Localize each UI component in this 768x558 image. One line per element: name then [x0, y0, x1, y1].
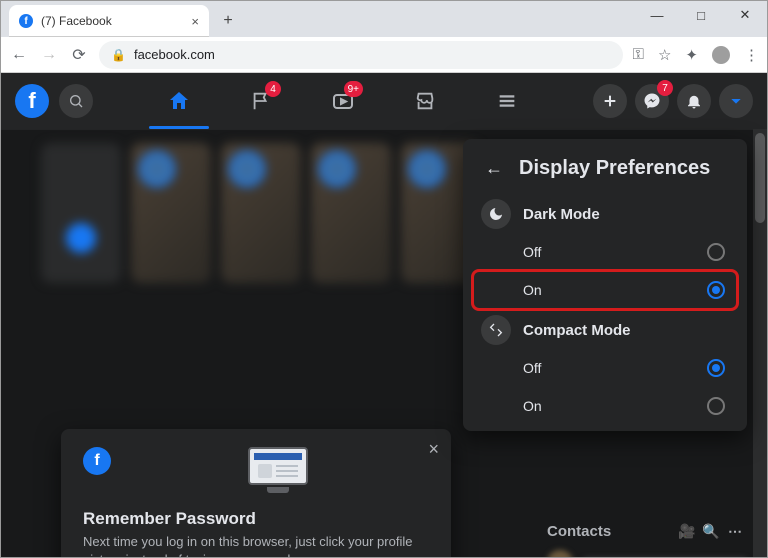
back-button[interactable]: ← — [479, 153, 509, 183]
tab-title: (7) Facebook — [41, 14, 112, 28]
password-key-icon[interactable]: ⚿ — [633, 46, 644, 63]
browser-tab-active[interactable]: f (7) Facebook × — [9, 5, 209, 37]
pages-badge: 4 — [265, 81, 281, 97]
story-card[interactable] — [311, 143, 391, 283]
facebook-logo-icon[interactable]: f — [15, 84, 49, 118]
dark-mode-off-option[interactable]: Off — [473, 233, 737, 271]
account-menu-button[interactable] — [719, 84, 753, 118]
radio-selected-icon — [707, 359, 725, 377]
monitor-illustration-icon — [248, 447, 308, 495]
plus-icon — [602, 93, 618, 109]
window-controls: — □ ✕ — [635, 1, 767, 29]
notifications-button[interactable] — [677, 84, 711, 118]
remember-password-title: Remember Password — [83, 509, 429, 529]
messenger-button[interactable]: 7 — [635, 84, 669, 118]
compact-mode-section: Compact Mode — [473, 309, 737, 349]
compact-icon — [481, 315, 511, 345]
option-label: On — [523, 282, 542, 298]
story-card[interactable] — [131, 143, 211, 283]
dark-mode-section: Dark Mode — [473, 193, 737, 233]
nav-home-tab[interactable] — [145, 77, 213, 125]
nav-forward-button[interactable]: → — [39, 45, 59, 65]
moon-icon — [481, 199, 511, 229]
contacts-header: Contacts 🎥 🔍 ⋯ — [547, 519, 747, 544]
radio-selected-icon — [707, 281, 725, 299]
create-button[interactable] — [593, 84, 627, 118]
fb-search-button[interactable] — [59, 84, 93, 118]
compact-mode-off-option[interactable]: Off — [473, 349, 737, 387]
contact-item[interactable] — [547, 544, 747, 557]
display-preferences-panel: ← Display Preferences Dark Mode Off On — [463, 139, 747, 431]
option-label: Off — [523, 360, 541, 376]
window-minimize-button[interactable]: — — [635, 1, 679, 29]
radio-unselected-icon — [707, 243, 725, 261]
home-icon — [167, 89, 191, 113]
browser-tabbar: f (7) Facebook × + — □ ✕ — [1, 1, 767, 37]
nav-back-button[interactable]: ← — [9, 45, 29, 65]
option-label: On — [523, 398, 542, 414]
create-story-card[interactable] — [41, 143, 121, 283]
preferences-title: Display Preferences — [519, 157, 710, 180]
watch-badge: 9+ — [344, 81, 363, 97]
window-maximize-button[interactable]: □ — [679, 1, 723, 29]
chevron-down-icon — [728, 93, 744, 109]
facebook-logo-icon: f — [83, 447, 111, 475]
address-bar[interactable]: 🔒 facebook.com — [99, 41, 623, 69]
shop-icon — [414, 90, 436, 112]
facebook-app: f 4 9+ — [1, 73, 767, 557]
facebook-favicon-icon: f — [19, 14, 33, 28]
url-text: facebook.com — [134, 47, 215, 62]
tab-close-icon[interactable]: × — [191, 14, 199, 29]
new-room-icon[interactable]: 🎥 — [675, 523, 699, 540]
chrome-profile-avatar[interactable] — [712, 46, 730, 64]
bookmark-star-icon[interactable]: ☆ — [658, 46, 671, 64]
radio-unselected-icon — [707, 397, 725, 415]
dark-mode-on-option[interactable]: On — [473, 271, 737, 309]
toolbar-right: ⚿ ☆ ✦ ⋮ — [633, 46, 759, 64]
new-tab-button[interactable]: + — [215, 8, 241, 34]
dark-mode-label: Dark Mode — [523, 206, 600, 223]
fb-topbar: f 4 9+ — [1, 73, 767, 129]
nav-watch-tab[interactable]: 9+ — [309, 77, 377, 125]
story-card[interactable] — [221, 143, 301, 283]
browser-toolbar: ← → ⟳ 🔒 facebook.com ⚿ ☆ ✦ ⋮ — [1, 37, 767, 73]
search-icon — [68, 93, 84, 109]
fb-topbar-left: f — [15, 84, 93, 118]
remember-password-card: × f Remember Password Next time you log … — [61, 429, 451, 557]
extensions-puzzle-icon[interactable]: ✦ — [685, 46, 698, 64]
messenger-icon — [643, 92, 661, 110]
contacts-title: Contacts — [547, 523, 611, 540]
fb-center-tabs: 4 9+ — [93, 77, 593, 125]
nav-pages-tab[interactable]: 4 — [227, 77, 295, 125]
lock-icon: 🔒 — [111, 48, 126, 62]
compact-mode-on-option[interactable]: On — [473, 387, 737, 425]
window-close-button[interactable]: ✕ — [723, 1, 767, 29]
option-label: Off — [523, 244, 541, 260]
contacts-options-icon[interactable]: ⋯ — [723, 523, 747, 540]
contacts-sidebar: Contacts 🎥 🔍 ⋯ — [547, 519, 747, 557]
chrome-menu-icon[interactable]: ⋮ — [744, 46, 759, 64]
remember-password-subtitle: Next time you log in on this browser, ju… — [83, 533, 429, 557]
messenger-badge: 7 — [657, 80, 673, 96]
close-icon[interactable]: × — [428, 439, 439, 460]
fb-topbar-right: 7 — [593, 84, 753, 118]
compact-mode-label: Compact Mode — [523, 322, 631, 339]
hamburger-icon — [496, 90, 518, 112]
nav-reload-button[interactable]: ⟳ — [69, 45, 89, 65]
nav-marketplace-tab[interactable] — [391, 77, 459, 125]
browser-window: f (7) Facebook × + — □ ✕ ← → ⟳ 🔒 faceboo… — [0, 0, 768, 558]
nav-menu-tab[interactable] — [473, 77, 541, 125]
search-contacts-icon[interactable]: 🔍 — [699, 523, 723, 540]
bell-icon — [685, 92, 703, 110]
